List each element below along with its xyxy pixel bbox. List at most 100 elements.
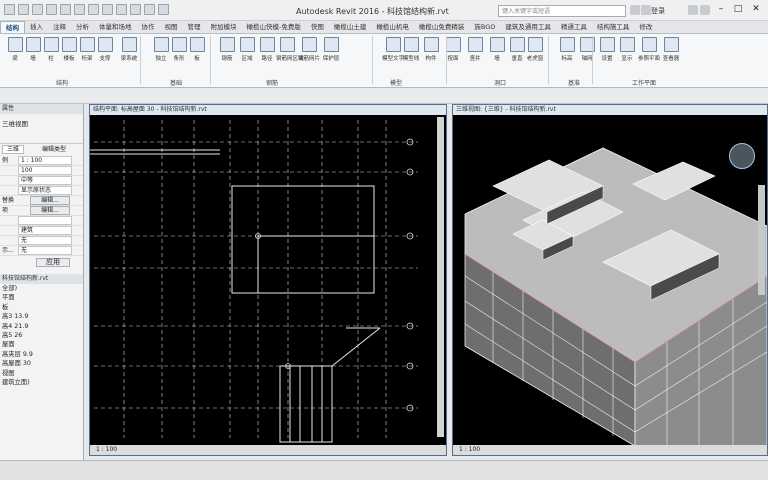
- tab-6[interactable]: 视图: [160, 21, 183, 33]
- search-icon[interactable]: [630, 5, 640, 15]
- ribbon-button-9[interactable]: 板: [186, 37, 208, 62]
- browser-item[interactable]: 高夹层 9.9: [2, 350, 83, 359]
- tab-9[interactable]: 橄榄山快模-免费版: [242, 21, 306, 33]
- tab-18[interactable]: 修改: [634, 21, 657, 33]
- tab-8[interactable]: 附加模块: [206, 21, 242, 33]
- tab-12[interactable]: 橄榄山机电: [371, 21, 414, 33]
- open-icon[interactable]: [18, 4, 29, 15]
- type-selector[interactable]: 三维视图: [0, 114, 83, 144]
- text-icon[interactable]: [102, 4, 113, 15]
- app-menu-icon[interactable]: [4, 4, 15, 15]
- ribbon-button-6[interactable]: 梁系统: [118, 37, 140, 62]
- ribbon-tool-icon: [97, 37, 113, 52]
- ribbon-button-14[interactable]: 钢筋网片: [298, 37, 320, 62]
- tab-10[interactable]: 快图: [306, 21, 329, 33]
- ribbon-button-label: 梁系统: [120, 56, 138, 62]
- minimize-button[interactable]: –: [714, 3, 728, 16]
- edit-type-button[interactable]: 编辑类型: [42, 144, 66, 156]
- 3d-viewport[interactable]: 三维视图: {三维} - 科技馆结构新.rvt 1: 100: [452, 104, 768, 456]
- plan-scale[interactable]: 1 : 100: [90, 445, 446, 455]
- tab-0[interactable]: 结构: [0, 21, 25, 33]
- print-icon[interactable]: [74, 4, 85, 15]
- ribbon-button-24[interactable]: 标高: [556, 37, 578, 62]
- tab-15[interactable]: 建筑及通用工具: [500, 21, 556, 33]
- ribbon-button-25[interactable]: 轴网: [576, 37, 598, 62]
- tab-1[interactable]: 插入: [25, 21, 48, 33]
- save-icon[interactable]: [32, 4, 43, 15]
- navigation-bar[interactable]: [758, 185, 765, 295]
- search-input[interactable]: 键入关键字或短语: [498, 5, 626, 17]
- property-value[interactable]: 无: [18, 236, 72, 245]
- view-cube-icon[interactable]: [729, 143, 755, 169]
- user-icon[interactable]: [641, 5, 651, 15]
- 3d-view-icon[interactable]: [116, 4, 127, 15]
- ribbon-button-21[interactable]: 墙: [486, 37, 508, 62]
- thin-lines-icon[interactable]: [144, 4, 155, 15]
- property-value[interactable]: 1 : 100: [18, 156, 72, 165]
- tab-14[interactable]: 族BGO: [469, 21, 500, 33]
- browser-item[interactable]: 全部): [2, 284, 83, 293]
- close-hidden-icon[interactable]: [158, 4, 169, 15]
- edit-button[interactable]: 编辑...: [30, 206, 70, 215]
- ribbon-button-26[interactable]: 设置: [596, 37, 618, 62]
- view-selector[interactable]: 三维: [2, 145, 25, 154]
- browser-item[interactable]: 高3 13.9: [2, 312, 83, 321]
- property-value[interactable]: 建筑: [18, 226, 72, 235]
- tab-16[interactable]: 精通工具: [556, 21, 592, 33]
- section-icon[interactable]: [130, 4, 141, 15]
- property-value[interactable]: 中等: [18, 176, 72, 185]
- 3d-scale[interactable]: 1 : 100: [453, 445, 767, 455]
- ribbon-button-20[interactable]: 竖井: [464, 37, 486, 62]
- tab-17[interactable]: 结构施工具: [592, 21, 635, 33]
- tab-2[interactable]: 注释: [48, 21, 71, 33]
- redo-icon[interactable]: [60, 4, 71, 15]
- tab-11[interactable]: 橄榄山土建: [329, 21, 372, 33]
- login-link[interactable]: 登录: [651, 6, 665, 16]
- tab-5[interactable]: 协作: [137, 21, 160, 33]
- browser-item[interactable]: 板: [2, 303, 83, 312]
- view-selector-row: 三维 编辑类型: [0, 144, 83, 156]
- property-label: 示...: [2, 247, 14, 254]
- browser-item[interactable]: 高4 21.9: [2, 322, 83, 331]
- ribbon-button-23[interactable]: 老虎窗: [524, 37, 546, 62]
- plan-scrollbar[interactable]: [437, 117, 444, 437]
- ribbon-button-12[interactable]: 路径: [256, 37, 278, 62]
- exchange-icon[interactable]: [688, 5, 698, 15]
- browser-item[interactable]: 平面: [2, 293, 83, 302]
- ribbon-button-10[interactable]: 钢筋: [216, 37, 238, 62]
- ribbon-button-29[interactable]: 查看器: [660, 37, 682, 62]
- browser-item[interactable]: 视图: [2, 369, 83, 378]
- property-value[interactable]: 100: [18, 166, 72, 175]
- ribbon-button-27[interactable]: 显示: [616, 37, 638, 62]
- ribbon-button-15[interactable]: 保护层: [320, 37, 342, 62]
- ribbon-tool-icon: [189, 37, 205, 52]
- browser-item[interactable]: 建筑立面): [2, 378, 83, 387]
- browser-item[interactable]: 高5 26: [2, 331, 83, 340]
- apply-button[interactable]: 应用: [36, 258, 70, 267]
- close-button[interactable]: ✕: [749, 3, 763, 16]
- plan-viewport[interactable]: 结构平面: 标高屋面 30 - 科技馆结构新.rvt 1: 100: [89, 104, 447, 456]
- undo-icon[interactable]: [46, 4, 57, 15]
- ribbon-button-28[interactable]: 参照平面: [638, 37, 660, 62]
- tab-13[interactable]: 橄榄山免费精装: [414, 21, 470, 33]
- ribbon-button-13[interactable]: 钢筋网区域: [276, 37, 304, 62]
- property-value[interactable]: [18, 216, 72, 225]
- measure-icon[interactable]: [88, 4, 99, 15]
- tab-7[interactable]: 管理: [183, 21, 206, 33]
- ribbon-button-18[interactable]: 构件: [420, 37, 442, 62]
- ribbon-button-5[interactable]: 支撑: [94, 37, 116, 62]
- ribbon-button-17[interactable]: 模型线: [400, 37, 422, 62]
- tab-3[interactable]: 分析: [71, 21, 94, 33]
- property-label: 项: [2, 207, 9, 214]
- ribbon-button-11[interactable]: 区域: [236, 37, 258, 62]
- edit-button[interactable]: 编辑...: [30, 196, 70, 205]
- maximize-button[interactable]: □: [731, 3, 745, 16]
- property-value[interactable]: 显示原状态: [18, 186, 72, 195]
- tab-4[interactable]: 体量和场地: [94, 21, 137, 33]
- property-value[interactable]: 无: [18, 246, 72, 255]
- ribbon-button-label: 标高: [561, 56, 573, 62]
- browser-item[interactable]: 屋面: [2, 340, 83, 349]
- ribbon-group-label: 基础: [170, 80, 183, 87]
- browser-item[interactable]: 高屋面 30: [2, 359, 83, 368]
- help-icon[interactable]: [700, 5, 710, 15]
